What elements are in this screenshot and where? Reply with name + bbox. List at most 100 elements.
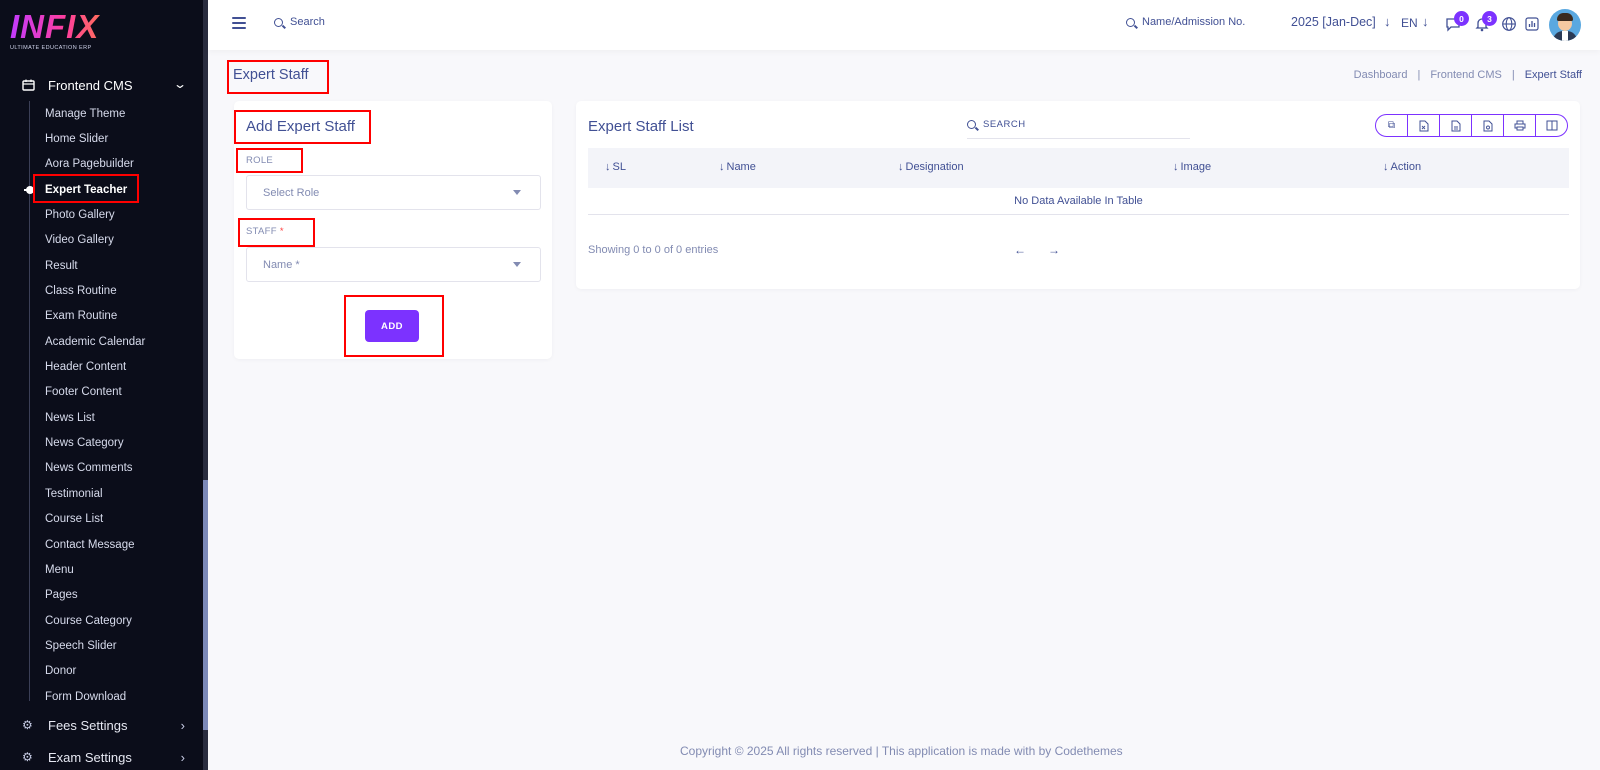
sidebar-item-label: Exam Routine [45, 310, 118, 323]
search-icon [1126, 17, 1135, 27]
staff-select[interactable]: Name * [246, 247, 541, 282]
sidebar-item-footer-content[interactable]: Footer Content [0, 380, 203, 405]
sidebar-item-home-slider[interactable]: Home Slider [0, 126, 203, 151]
sidebar-item-label: Testimonial [45, 487, 103, 500]
sidebar-item-course-category[interactable]: Course Category [0, 608, 203, 633]
sidebar-item-course-list[interactable]: Course List [0, 507, 203, 532]
admission-search[interactable]: Name/Admission No. [1126, 16, 1245, 28]
sort-arrow-icon: ↓ [1383, 161, 1389, 173]
sidebar-item-label: Class Routine [45, 285, 117, 298]
notifications-badge: 3 [1482, 11, 1497, 26]
sidebar-section-frontend-cms[interactable]: Frontend CMS ⌄ [0, 72, 203, 98]
sidebar-item-donor[interactable]: Donor [0, 659, 203, 684]
role-select-value: Select Role [263, 186, 320, 199]
globe-icon[interactable] [1501, 16, 1517, 32]
sort-arrow-icon: ↓ [719, 161, 725, 173]
sidebar-scroll-thumb[interactable] [203, 480, 208, 730]
sidebar-section-fees-settings[interactable]: ⚙ Fees Settings › [0, 712, 203, 738]
logo[interactable]: INFIX ULTIMATE EDUCATION ERP [10, 10, 110, 56]
next-page-icon[interactable]: → [1048, 243, 1060, 257]
breadcrumb-frontend-cms[interactable]: Frontend CMS [1430, 69, 1502, 81]
sidebar-item-academic-calendar[interactable]: Academic Calendar [0, 329, 203, 354]
breadcrumb-separator: | [1417, 69, 1421, 81]
table-empty-message: No Data Available In Table [588, 188, 1569, 215]
sidebar-item-label: Menu [45, 563, 74, 576]
sidebar-item-contact-message[interactable]: Contact Message [0, 532, 203, 557]
chevron-down-icon: ⌄ [172, 77, 188, 91]
copy-icon[interactable]: ⧉ [1376, 115, 1408, 136]
sidebar-item-manage-theme[interactable]: Manage Theme [0, 101, 203, 126]
pdf-icon[interactable] [1472, 115, 1504, 136]
sidebar-item-label: Donor [45, 665, 77, 678]
previous-page-icon[interactable]: ← [1014, 243, 1026, 257]
add-expert-staff-card: Add Expert Staff ROLE Select Role STAFF … [234, 101, 552, 359]
sidebar-item-class-routine[interactable]: Class Routine [0, 278, 203, 303]
user-avatar[interactable] [1549, 9, 1581, 41]
sidebar-item-label: Academic Calendar [45, 335, 146, 348]
sidebar-item-form-download[interactable]: Form Download [0, 684, 203, 709]
breadcrumb: Dashboard | Frontend CMS | Expert Staff [1354, 69, 1582, 81]
sort-arrow-icon: ↓ [605, 161, 611, 173]
sidebar-item-label: Video Gallery [45, 234, 114, 247]
sidebar-item-pages[interactable]: Pages [0, 583, 203, 608]
sidebar-item-photo-gallery[interactable]: Photo Gallery [0, 202, 203, 227]
logo-text: INFIX [10, 10, 110, 44]
global-search[interactable]: Search [274, 16, 325, 28]
admission-search-label: Name/Admission No. [1142, 16, 1246, 28]
excel-icon[interactable] [1408, 115, 1440, 136]
sidebar-item-result[interactable]: Result [0, 253, 203, 278]
sidebar-item-label: Manage Theme [45, 107, 126, 120]
column-header-image[interactable]: ↓ Image [1173, 161, 1211, 173]
sidebar-item-label: News Comments [45, 462, 133, 475]
role-select[interactable]: Select Role [246, 175, 541, 210]
column-header-action[interactable]: ↓ Action [1383, 161, 1421, 173]
column-label: Designation [905, 161, 964, 173]
sidebar-item-aora-pagebuilder[interactable]: Aora Pagebuilder [0, 152, 203, 177]
add-button[interactable]: ADD [365, 310, 419, 342]
staff-select-value: Name * [263, 258, 300, 271]
sidebar-item-label: Footer Content [45, 386, 122, 399]
hamburger-menu-icon[interactable] [232, 17, 246, 29]
sort-arrow-icon: ↓ [1173, 161, 1179, 173]
column-header-designation[interactable]: ↓ Designation [898, 161, 964, 173]
breadcrumb-dashboard[interactable]: Dashboard [1354, 69, 1408, 81]
sidebar-item-testimonial[interactable]: Testimonial [0, 481, 203, 506]
sidebar-item-news-comments[interactable]: News Comments [0, 456, 203, 481]
sidebar-item-label: Course Category [45, 614, 132, 627]
sidebar-item-expert-teacher[interactable]: Expert Teacher [0, 177, 203, 202]
arrow-down-icon[interactable]: ↓ [1384, 14, 1391, 29]
sidebar-section-label: Frontend CMS [48, 77, 133, 93]
columns-icon[interactable] [1536, 115, 1567, 136]
column-header-sl[interactable]: ↓ SL [605, 161, 626, 173]
sidebar-section-label: Fees Settings [48, 717, 128, 733]
sidebar-item-label: Header Content [45, 361, 127, 374]
table-search-input[interactable]: SEARCH [967, 111, 1190, 139]
sidebar-item-label: Form Download [45, 690, 127, 703]
sidebar-item-speech-slider[interactable]: Speech Slider [0, 633, 203, 658]
language-select[interactable]: EN [1401, 16, 1418, 30]
column-label: SL [612, 161, 626, 173]
sidebar-item-news-list[interactable]: News List [0, 405, 203, 430]
staff-label: STAFF * [246, 226, 284, 237]
sidebar-item-header-content[interactable]: Header Content [0, 354, 203, 379]
search-icon [967, 120, 976, 129]
sidebar-item-label: Expert Teacher [45, 183, 128, 196]
sidebar-item-label: Pages [45, 589, 78, 602]
arrow-down-icon[interactable]: ↓ [1422, 14, 1429, 29]
messages-badge: 0 [1454, 11, 1469, 26]
report-icon[interactable] [1524, 16, 1540, 32]
sidebar-item-label: Speech Slider [45, 639, 117, 652]
column-label: Image [1180, 161, 1212, 173]
page-title: Expert Staff [233, 67, 309, 83]
column-label: Name [726, 161, 756, 173]
sidebar-item-menu[interactable]: Menu [0, 557, 203, 582]
sidebar-item-exam-routine[interactable]: Exam Routine [0, 304, 203, 329]
csv-icon[interactable] [1440, 115, 1472, 136]
sidebar-item-video-gallery[interactable]: Video Gallery [0, 228, 203, 253]
sidebar-item-news-category[interactable]: News Category [0, 430, 203, 455]
column-header-name[interactable]: ↓ Name [719, 161, 756, 173]
sidebar-section-exam-settings[interactable]: ⚙ Exam Settings › [0, 744, 203, 770]
academic-year-select[interactable]: 2025 [Jan-Dec] [1291, 15, 1376, 29]
print-icon[interactable] [1504, 115, 1536, 136]
sidebar-item-label: Contact Message [45, 538, 135, 551]
